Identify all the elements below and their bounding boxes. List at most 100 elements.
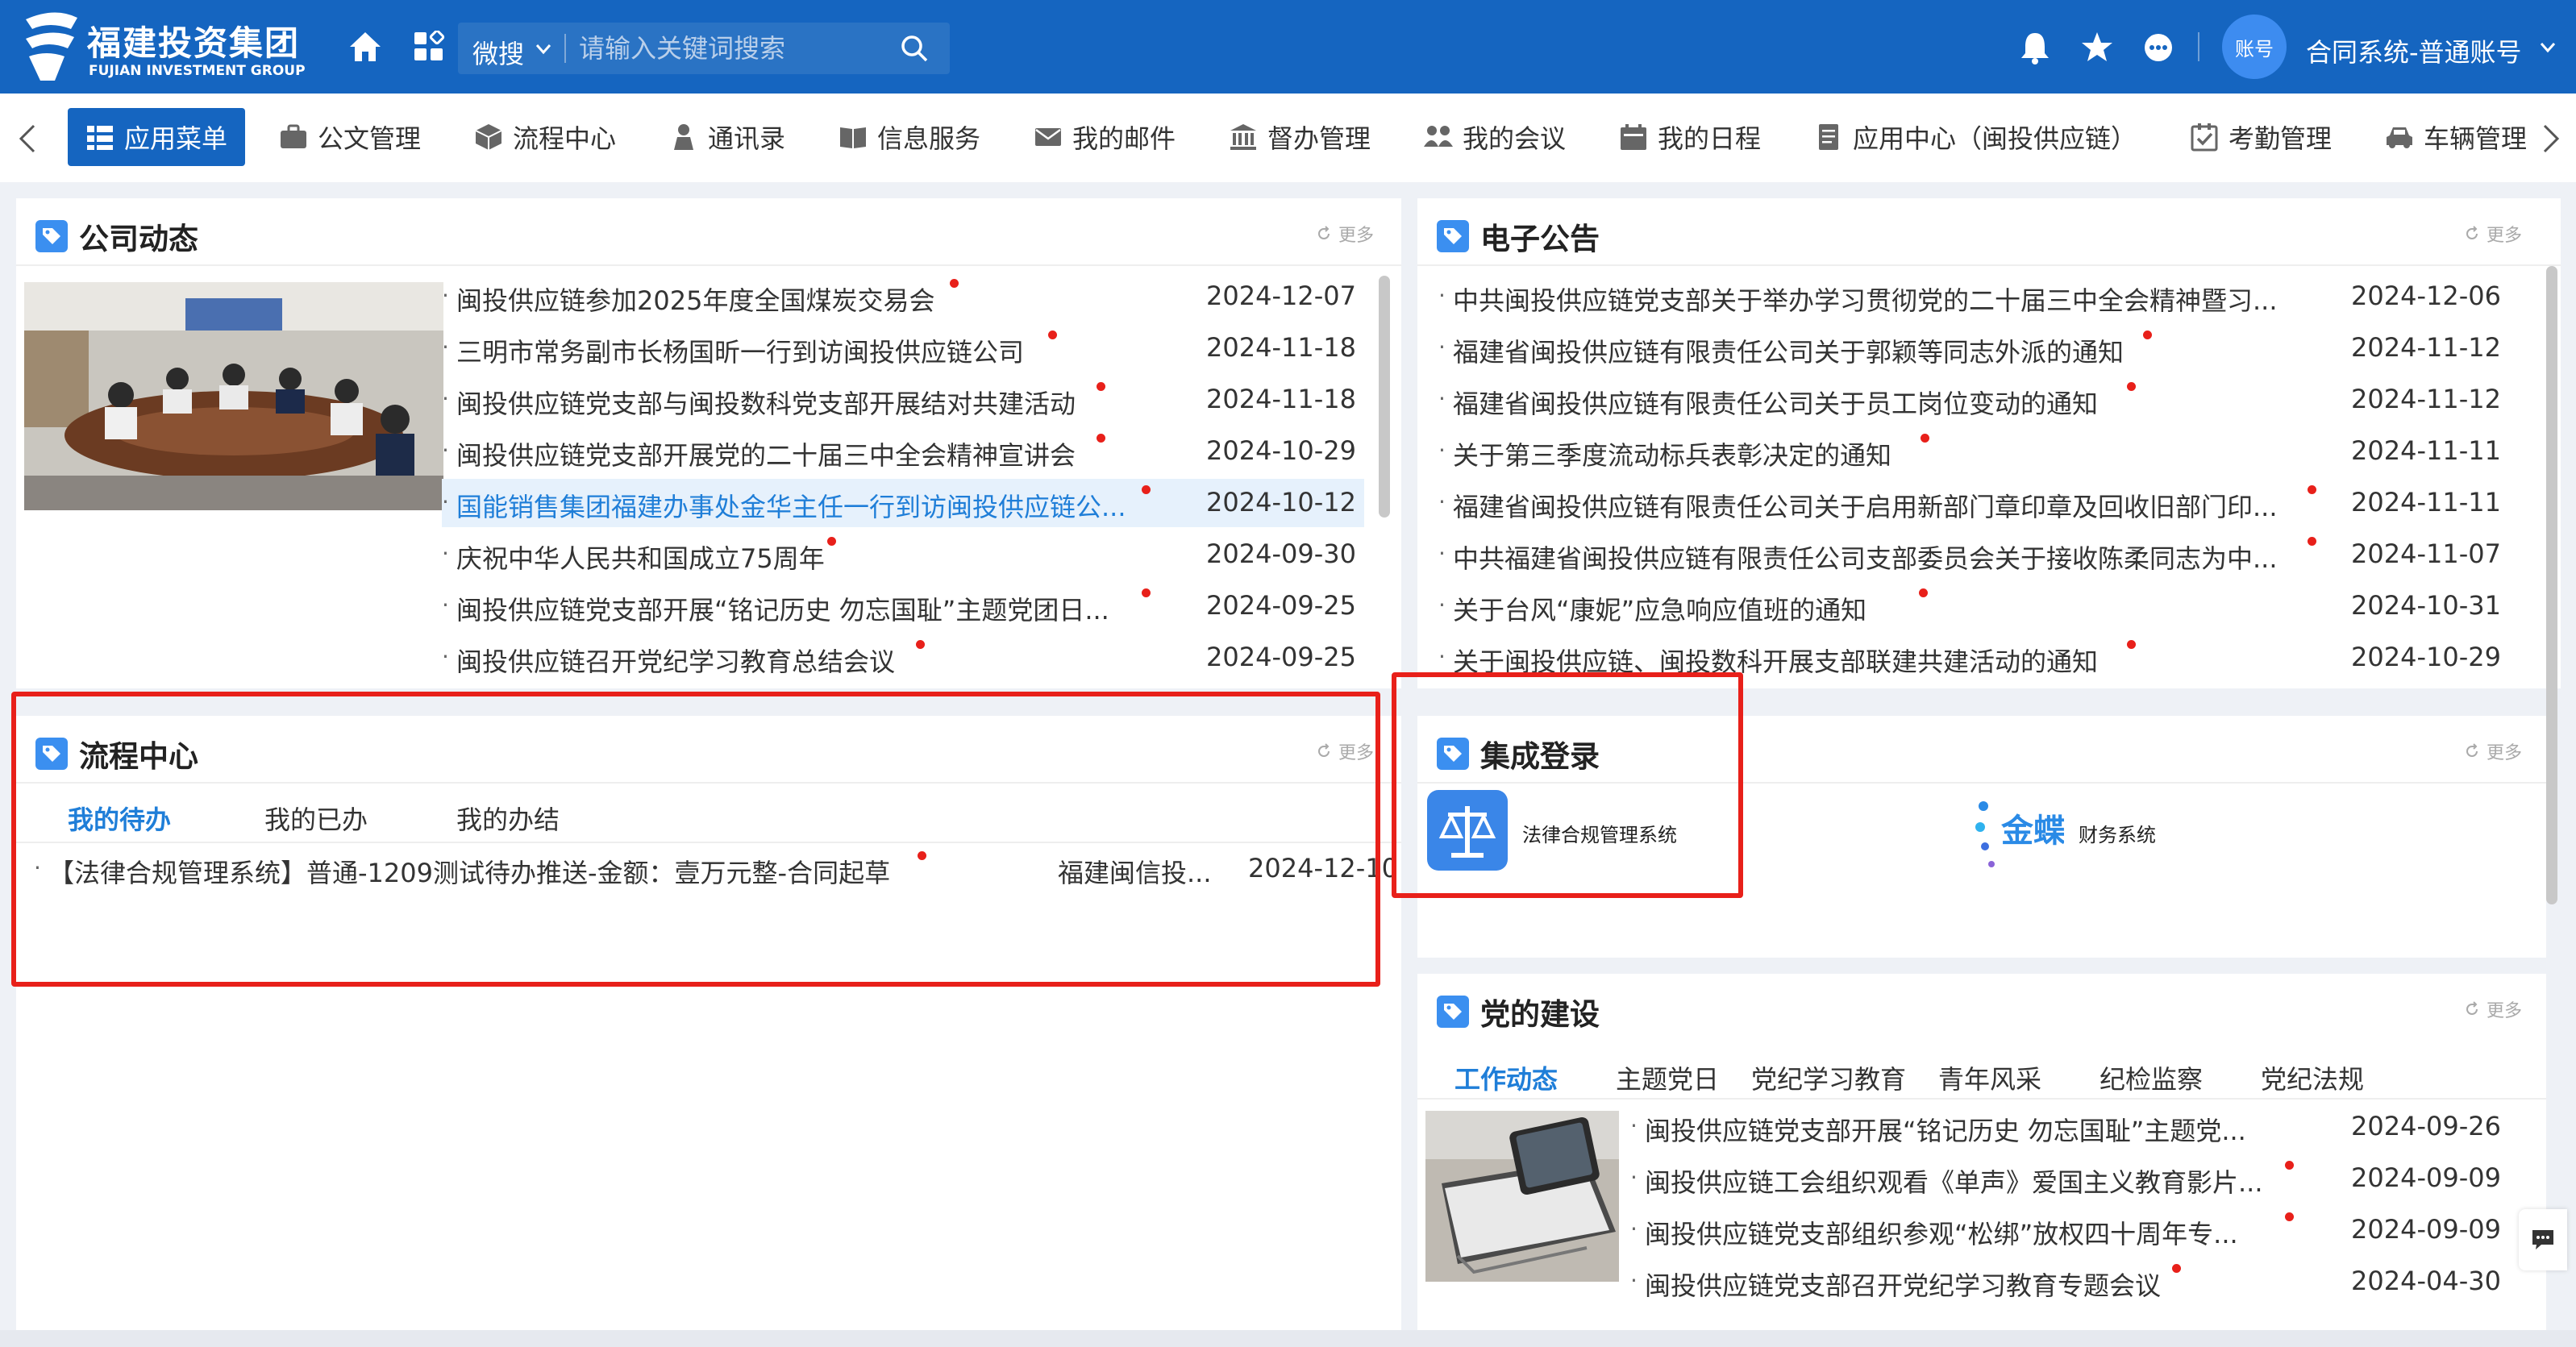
message-icon[interactable]	[2143, 32, 2174, 63]
nav-item-documents[interactable]: 公文管理	[279, 108, 421, 166]
search-icon[interactable]	[900, 34, 929, 63]
nav-item-label: 应用中心（闽投供应链）	[1853, 123, 2137, 154]
more-link[interactable]: 更多	[2464, 738, 2522, 764]
list-item[interactable]: · 中共福建省闽投供应链有限责任公司支部委员会关于接收陈柔同志为中... 2024-…	[1438, 530, 2536, 579]
account-name[interactable]: 合同系统-普通账号	[2306, 32, 2522, 69]
unread-dot	[2172, 1264, 2181, 1273]
search-input[interactable]	[579, 31, 885, 66]
list-item[interactable]: · 关于第三季度流动标兵表彰决定的通知 2024-11-11	[1438, 427, 2536, 476]
nav-item-process-center[interactable]: 流程中心	[474, 108, 616, 166]
app-grid-icon[interactable]	[413, 31, 445, 63]
more-link[interactable]: 更多	[1316, 221, 1374, 247]
nav-item-my-meetings[interactable]: 我的会议	[1424, 108, 1566, 166]
logo[interactable]: 福建投资集团 FUJIAN INVESTMENT GROUP	[23, 8, 306, 85]
list-item[interactable]: · 闽投供应链党支部与闽投数科党支部开展结对共建活动 2024-11-18	[442, 376, 1377, 424]
system-link-finance[interactable]: 财务系统	[2079, 819, 2156, 847]
nav-item-label: 我的日程	[1658, 123, 1762, 154]
chevron-down-icon[interactable]	[2540, 42, 2556, 53]
nav-item-attendance[interactable]: 考勤管理	[2190, 108, 2332, 166]
chat-bubble-icon	[2532, 1230, 2553, 1249]
search-scope-select[interactable]: 微搜	[472, 34, 524, 71]
nav-item-label: 通讯录	[708, 123, 786, 154]
more-link[interactable]: 更多	[2464, 221, 2522, 247]
party-building-panel: 党的建设 更多 工作动态 主题党日 党纪学习教育 青年风采 纪检监察 党纪法规 …	[1417, 974, 2546, 1330]
list-item[interactable]: · 闽投供应链参加2025年度全国煤炭交易会 2024-12-07	[442, 272, 1377, 321]
tag-icon	[35, 220, 68, 252]
news-photo[interactable]	[24, 282, 443, 510]
unread-dot	[2308, 485, 2316, 494]
tab-inspection[interactable]: 纪检监察	[2100, 1059, 2203, 1096]
person-icon	[674, 124, 693, 150]
cube-icon	[475, 124, 502, 150]
avatar[interactable]: 账号	[2222, 15, 2287, 79]
nav-item-my-mail[interactable]: 我的邮件	[1034, 108, 1176, 166]
chevron-right-icon[interactable]	[2540, 123, 2562, 155]
floating-chat-button[interactable]	[2519, 1209, 2567, 1270]
list-item[interactable]: · 中共闽投供应链党支部关于举办学习贯彻党的二十届三中全会精神暨习... 2024-…	[1438, 272, 2536, 321]
list-item[interactable]: · 福建省闽投供应链有限责任公司关于员工岗位变动的通知 2024-11-12	[1438, 376, 2536, 424]
nav-item-label: 我的会议	[1463, 123, 1567, 154]
star-icon[interactable]	[2080, 31, 2114, 63]
panel-header: 公司动态	[35, 216, 198, 256]
list-item[interactable]: · 闽投供应链党支部召开党纪学习教育专题会议 2024-04-30	[1630, 1258, 2517, 1306]
tab-work-news[interactable]: 工作动态	[1454, 1059, 1558, 1096]
list-item[interactable]: · 闽投供应链党支部组织参观“松绑”放权四十周年专... 2024-09-09	[1630, 1206, 2517, 1254]
list-item[interactable]: · 闽投供应链召开党纪学习教育总结会议 2024-09-25	[442, 634, 1377, 682]
list-item[interactable]: · 福建省闽投供应链有限责任公司关于郭颖等同志外派的通知 2024-11-12	[1438, 324, 2536, 372]
nav-item-my-schedule[interactable]: 我的日程	[1619, 108, 1761, 166]
nav-item-app-center[interactable]: 应用中心（闽投供应链）	[1814, 108, 2137, 166]
tag-icon	[1437, 996, 1469, 1028]
chevron-down-icon[interactable]	[535, 44, 551, 55]
scrollbar[interactable]	[1379, 276, 1390, 518]
calendar-icon	[1621, 124, 1646, 150]
top-bar: 福建投资集团 FUJIAN INVESTMENT GROUP 微搜 账号 合同系…	[0, 0, 2576, 94]
refresh-icon	[2466, 1001, 2478, 1015]
list-item[interactable]: · 三明市常务副市长杨国昕一行到访闽投供应链公司 2024-11-18	[442, 324, 1377, 372]
nav-item-vehicles[interactable]: 车辆管理	[2385, 108, 2527, 166]
nav-item-info-service[interactable]: 信息服务	[839, 108, 980, 166]
nav-item-label: 应用菜单	[124, 123, 228, 154]
panel-title: 电子公告	[1480, 222, 1600, 256]
kingdee-logo-icon[interactable]: 金蝶	[1974, 790, 2064, 871]
nav-item-label: 督办管理	[1267, 123, 1371, 154]
refresh-icon	[2466, 226, 2478, 239]
chevron-left-icon[interactable]	[16, 123, 39, 155]
list-item[interactable]: · 国能销售集团福建办事处金华主任一行到访闽投供应链公... 2024-10-12	[442, 479, 1364, 527]
list-item[interactable]: · 闽投供应链党支部开展“铭记历史 勿忘国耻”主题党... 2024-09-26	[1630, 1103, 2517, 1151]
list-item[interactable]: · 庆祝中华人民共和国成立75周年 2024-09-30	[442, 530, 1377, 579]
grid-menu-icon	[87, 126, 113, 150]
party-news-photo[interactable]	[1425, 1111, 1619, 1282]
unread-dot	[2285, 1212, 2294, 1221]
unread-dot	[916, 640, 925, 649]
unread-dot	[2285, 1161, 2294, 1170]
unread-dot	[2127, 640, 2136, 649]
list-item[interactable]: · 福建省闽投供应链有限责任公司关于启用新部门章印章及回收旧部门印... 2024-…	[1438, 479, 2536, 527]
company-news-panel: 公司动态 更多 · 闽投供应链参加2025年度全国煤炭交易会 2024-12-07 …	[16, 198, 1401, 688]
refresh-icon	[1318, 226, 1330, 239]
list-item[interactable]: · 闽投供应链工会组织观看《单声》爱国主义教育影片... 2024-09-09	[1630, 1154, 2517, 1203]
nav-item-contacts[interactable]: 通讯录	[669, 108, 785, 166]
home-icon[interactable]	[348, 31, 382, 63]
bell-icon[interactable]	[2019, 31, 2051, 64]
book-icon	[840, 127, 866, 148]
refresh-icon	[2466, 743, 2478, 757]
list-item[interactable]: · 闽投供应链党支部开展“铭记历史 勿忘国耻”主题党团日... 2024-09-25	[442, 582, 1377, 630]
list-item[interactable]: · 关于台风“康妮”应急响应值班的通知 2024-10-31	[1438, 582, 2536, 630]
tab-party-day[interactable]: 主题党日	[1616, 1059, 1719, 1096]
panel-title: 公司动态	[79, 222, 198, 256]
list-item[interactable]: · 闽投供应链党支部开展党的二十届三中全会精神宣讲会 2024-10-29	[442, 427, 1377, 476]
tab-youth[interactable]: 青年风采	[1938, 1059, 2041, 1096]
panel-header: 党的建设	[1437, 992, 1600, 1032]
unread-dot	[2143, 331, 2152, 339]
tab-discipline-education[interactable]: 党纪学习教育	[1751, 1059, 1906, 1096]
nav-item-app-menu[interactable]: 应用菜单	[68, 108, 246, 166]
tab-regulations[interactable]: 党纪法规	[2261, 1059, 2364, 1096]
doc-icon	[1819, 124, 1838, 150]
page-scrollbar[interactable]	[2546, 266, 2557, 904]
panel-divider	[16, 264, 1401, 266]
panel-divider	[1417, 264, 2561, 266]
more-link[interactable]: 更多	[2464, 996, 2522, 1022]
nav-item-supervision[interactable]: 督办管理	[1229, 108, 1371, 166]
e-notice-list: · 中共闽投供应链党支部关于举办学习贯彻党的二十届三中全会精神暨习... 2024-…	[1438, 272, 2536, 685]
mail-icon	[1035, 128, 1061, 146]
